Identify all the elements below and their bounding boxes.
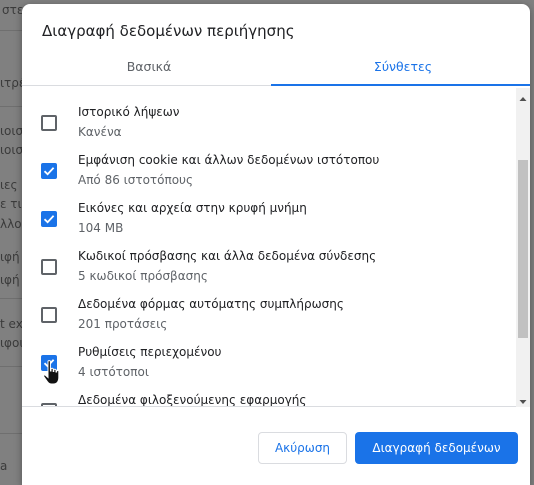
scroll-down-arrow-icon[interactable] [516,393,530,405]
list-item-cached-images[interactable]: Εικόνες και αρχεία στην κρυφή μνήμη 104 … [22,194,516,242]
check-icon [43,215,55,224]
item-title: Δεδομένα φόρμας αυτόματης συμπλήρωσης [78,297,344,311]
bg-divider [0,298,24,299]
delete-data-button[interactable]: Διαγραφή δεδομένων [355,432,518,464]
checkbox-cookies[interactable] [41,163,57,179]
item-subtitle: 5 κωδικοί πρόσβασης [78,269,208,283]
item-title: Ρυθμίσεις περιεχομένου [78,345,222,359]
bg-text-fragment: ιες [0,178,18,192]
bg-text-fragment: a [0,459,8,473]
bg-divider [0,30,24,31]
item-subtitle: 4 ιστότοποι [78,365,149,379]
checkbox-passwords[interactable] [41,259,57,275]
clear-browsing-data-dialog: Διαγραφή δεδομένων περιήγησης Βασικά Σύν… [22,4,530,485]
item-title: Εμφάνιση cookie και άλλων δεδομένων ιστό… [78,153,380,167]
bg-text-fragment: ε τι [0,197,22,211]
item-subtitle: Κανένα [78,125,122,139]
list-item-site-settings[interactable]: Ρυθμίσεις περιεχομένου 4 ιστότοποι [22,338,516,386]
list-item-passwords[interactable]: Κωδικοί πρόσβασης και άλλα δεδομένα σύνδ… [22,242,516,290]
bg-divider [0,106,24,107]
list-item-cookies[interactable]: Εμφάνιση cookie και άλλων δεδομένων ιστό… [22,146,516,194]
dialog-title: Διαγραφή δεδομένων περιήγησης [42,22,295,40]
item-title: Δεδομένα φιλοξενούμενης εφαρμογής [78,393,307,407]
checkbox-hosted-app-data[interactable] [41,403,57,406]
tab-advanced[interactable]: Σύνθετες [276,48,530,86]
bg-divider [0,366,24,367]
list-item-hosted-app-data[interactable]: Δεδομένα φιλοξενούμενης εφαρμογής [22,386,516,407]
check-icon [43,167,55,176]
list-item-download-history[interactable]: Ιστορικό λήψεων Κανένα [22,98,516,146]
scrollbar[interactable] [516,88,530,407]
scroll-thumb[interactable] [518,160,528,338]
bg-text-fragment: ιφή [0,273,20,287]
active-tab-indicator [271,84,530,86]
item-title: Εικόνες και αρχεία στην κρυφή μνήμη [78,201,307,215]
bg-divider [0,433,24,434]
tab-bar: Βασικά Σύνθετες [22,48,530,86]
data-type-list: Ιστορικό λήψεων Κανένα Εμφάνιση cookie κ… [22,88,530,407]
item-subtitle: Από 86 ιστοτόπους [78,173,194,187]
item-title: Ιστορικό λήψεων [78,105,180,119]
bg-text-fragment: ιφή [0,250,20,264]
item-subtitle: 201 προτάσεις [78,317,168,331]
scroll-up-arrow-icon[interactable] [516,90,530,102]
tab-basic[interactable]: Βασικά [22,48,276,86]
cancel-button[interactable]: Ακύρωση [258,432,347,464]
checkbox-download-history[interactable] [41,115,57,131]
hand-cursor-icon [42,359,62,387]
bg-text-fragment: ιφοι [0,336,24,350]
checkbox-autofill[interactable] [41,307,57,323]
checkbox-cached-images[interactable] [41,211,57,227]
bg-text-fragment: στε [2,3,24,17]
list-item-autofill[interactable]: Δεδομένα φόρμας αυτόματης συμπλήρωσης 20… [22,290,516,338]
item-title: Κωδικοί πρόσβασης και άλλα δεδομένα σύνδ… [78,249,377,263]
item-subtitle: 104 MB [78,221,124,235]
